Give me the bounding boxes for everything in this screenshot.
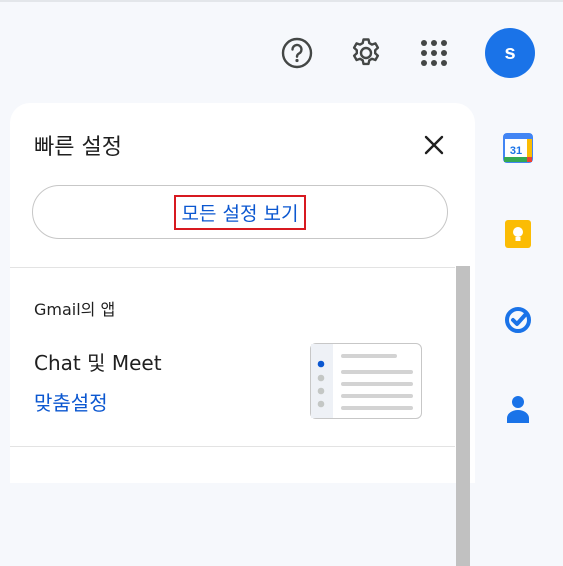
settings-gear-icon	[352, 38, 380, 66]
keep-icon	[505, 220, 531, 248]
layout-preview-icon	[311, 344, 413, 418]
google-apps-grid-icon	[421, 40, 447, 66]
top-divider	[0, 0, 563, 2]
divider	[10, 267, 455, 268]
contacts-app-button[interactable]	[500, 390, 536, 426]
panel-title: 빠른 설정	[34, 135, 122, 160]
calendar-icon: 31	[503, 133, 533, 163]
help-icon	[281, 37, 313, 69]
chat-meet-label: Chat 및 Meet	[34, 351, 162, 375]
apps-section-heading: Gmail의 앱	[34, 300, 116, 319]
keep-app-button[interactable]	[500, 216, 536, 252]
help-button[interactable]	[274, 30, 320, 76]
quick-settings-panel: 빠른 설정 모든 설정 보기 Gmail의 앱 Chat 및 Meet 맞춤설정	[10, 103, 475, 566]
tasks-icon	[505, 307, 531, 333]
google-apps-button[interactable]	[411, 30, 457, 76]
calendar-app-button[interactable]: 31	[500, 130, 536, 166]
close-icon	[424, 135, 444, 155]
see-all-settings-button[interactable]: 모든 설정 보기	[32, 185, 448, 239]
tasks-app-button[interactable]	[500, 302, 536, 338]
chat-meet-layout-preview	[310, 343, 422, 419]
divider	[10, 446, 455, 447]
settings-button[interactable]	[343, 30, 389, 76]
panel-scrollbar[interactable]	[456, 266, 470, 566]
see-all-settings-label: 모든 설정 보기	[173, 194, 307, 230]
account-avatar[interactable]: s	[485, 28, 535, 78]
customize-link[interactable]: 맞춤설정	[34, 387, 108, 416]
close-button[interactable]	[420, 131, 448, 159]
contacts-icon	[507, 396, 529, 423]
calendar-date-label: 31	[510, 145, 522, 157]
